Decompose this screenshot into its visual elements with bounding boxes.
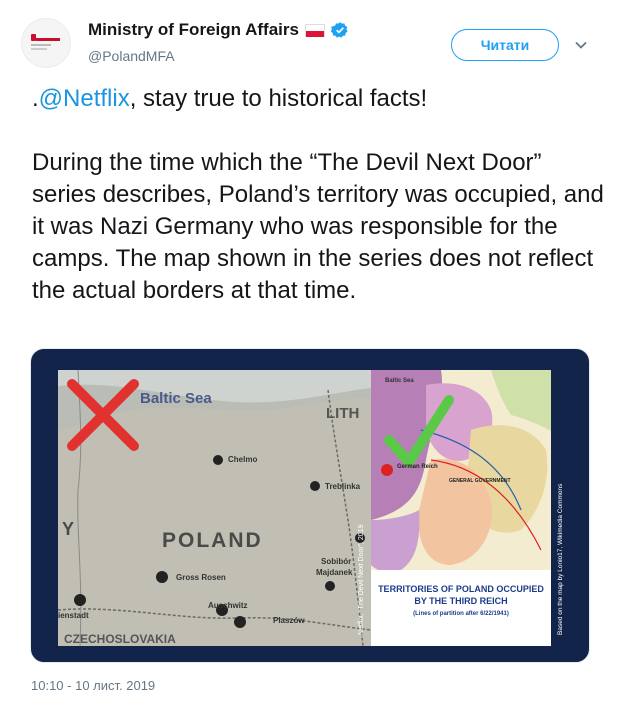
place-label: Plaszów — [273, 616, 305, 625]
right-map-credit: Based on the map by Lonio17, Wikimedia C… — [557, 483, 564, 635]
mention-link[interactable]: @Netflix — [39, 85, 130, 112]
chevron-down-icon[interactable] — [574, 38, 588, 52]
left-edge-letter: Y — [62, 519, 74, 539]
netflix-credit: Netflix, “The Devil Next Door”, 2019 — [358, 524, 365, 635]
german-reich-label: German Reich — [397, 464, 438, 470]
tweet-prefix: . — [32, 85, 39, 112]
avatar-text-line — [31, 44, 51, 46]
lith-label: LITH — [326, 405, 359, 422]
verified-badge-icon — [330, 22, 348, 38]
poland-flag-icon — [304, 23, 325, 37]
avatar[interactable] — [21, 18, 71, 68]
bottom-edge-text: CZECHOSLOVAKIA — [64, 632, 176, 646]
right-map-subtitle: (Lines of partition after 6/22/1941) — [413, 611, 509, 617]
place-label: Treblinka — [325, 482, 361, 491]
camp-marker-icon — [156, 571, 168, 583]
camp-marker-icon — [234, 616, 246, 628]
camp-marker-icon — [213, 455, 223, 465]
tweet-line-1-text: , stay true to historical facts! — [129, 85, 428, 112]
place-label: Auschwitz — [208, 601, 248, 610]
sea-label: Baltic Sea — [140, 390, 212, 407]
place-label: Majdanek — [316, 568, 353, 577]
tweet-paragraph-2: During the time which the “The Devil Nex… — [32, 149, 604, 304]
right-map-title-1: TERRITORIES OF POLAND OCCUPIED — [378, 584, 544, 594]
avatar-text-line — [31, 48, 47, 50]
right-map-title-2: BY THE THIRD REICH — [414, 596, 507, 606]
account-handle[interactable]: @PolandMFA — [88, 48, 175, 64]
netflix-map-image[interactable]: Baltic Sea LITH POLAND Y CZECHOSLOVAKIA … — [58, 370, 371, 646]
place-label: Sobibór — [321, 557, 351, 566]
swastika-marker-icon — [381, 464, 393, 476]
name-row: Ministry of Foreign Affairs — [88, 20, 349, 40]
tweet-media[interactable]: Baltic Sea LITH POLAND Y CZECHOSLOVAKIA … — [30, 348, 590, 663]
historical-map-image[interactable]: Baltic Sea German Reich GENERAL GOVERNME… — [371, 370, 567, 646]
general-government-label: GENERAL GOVERNMENT — [449, 478, 511, 484]
place-label: Gross Rosen — [176, 573, 226, 582]
tweet-timestamp[interactable]: 10:10 - 10 лист. 2019 — [31, 678, 155, 693]
avatar-red-bar — [36, 38, 60, 41]
poland-label: POLAND — [162, 529, 263, 552]
camp-marker-icon — [310, 481, 320, 491]
place-label: Chelmo — [228, 455, 257, 464]
camp-marker-icon — [74, 594, 86, 606]
camp-marker-icon — [325, 581, 335, 591]
tweet-text: .@Netflix, stay true to historical facts… — [32, 83, 607, 307]
follow-button[interactable]: Читати — [451, 29, 559, 61]
right-baltic-label: Baltic Sea — [385, 378, 414, 384]
display-name[interactable]: Ministry of Foreign Affairs — [88, 20, 299, 40]
tweet-line-1: .@Netflix, stay true to historical facts… — [32, 83, 607, 115]
place-label: ienstadt — [58, 611, 89, 620]
